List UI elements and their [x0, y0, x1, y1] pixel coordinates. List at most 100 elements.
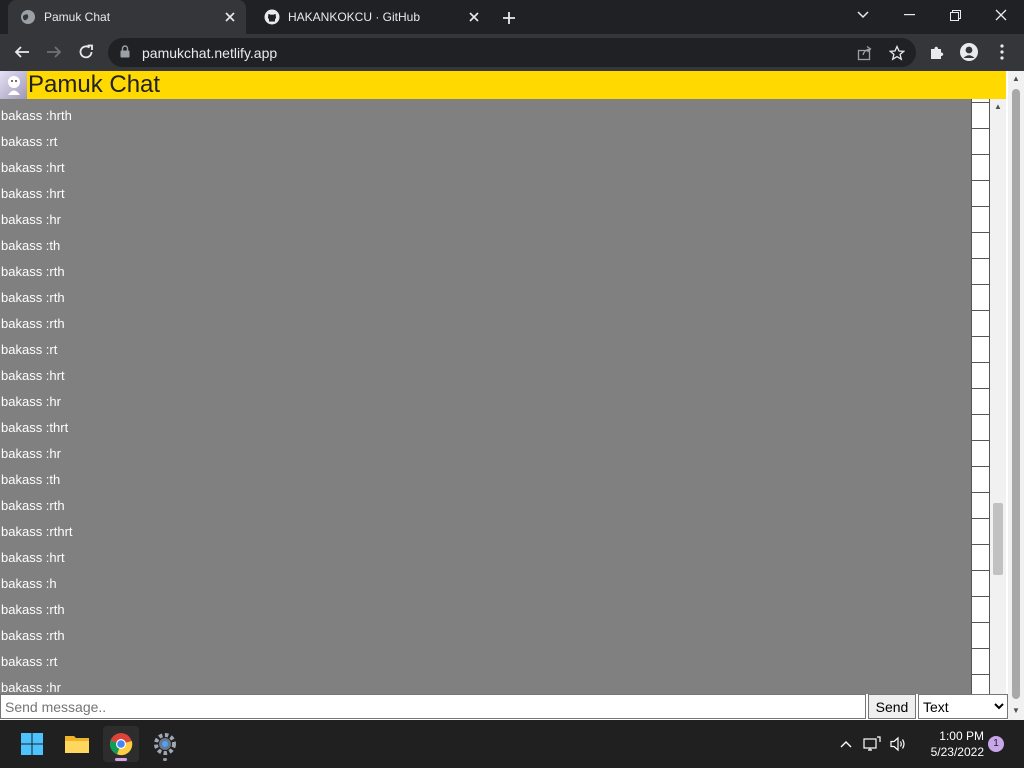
chat-message: bakass :th — [1, 472, 61, 487]
browser-toolbar: pamukchat.netlify.app — [0, 34, 1024, 71]
scroll-down-arrow-icon[interactable]: ▼ — [1012, 707, 1020, 715]
restore-icon[interactable] — [932, 0, 978, 30]
settings-icon[interactable] — [147, 726, 183, 762]
volume-icon[interactable] — [888, 734, 908, 754]
chat-message: bakass :rth — [1, 264, 65, 279]
clock-time: 1:00 PM — [939, 729, 984, 743]
message-row-box — [971, 441, 990, 467]
message-row-box — [971, 519, 990, 545]
chat-message: bakass :hr — [1, 394, 61, 409]
message-scrollbar[interactable]: ▲ — [990, 99, 1006, 694]
back-icon[interactable] — [8, 38, 36, 66]
chat-message: bakass :rth — [1, 602, 65, 617]
tab-pamuk-chat[interactable]: Pamuk Chat — [8, 0, 246, 34]
chat-message: bakass :rth — [1, 628, 65, 643]
message-row-box — [971, 545, 990, 571]
chat-message: bakass :hrt — [1, 160, 65, 175]
network-icon[interactable] — [862, 734, 882, 754]
message-row-box — [971, 103, 990, 129]
chat-message: bakass :hrt — [1, 186, 65, 201]
clock-date: 5/23/2022 — [930, 745, 984, 759]
message-area[interactable]: bakass :hr bakass :hrth bakass :rt bakass :… — [0, 99, 990, 694]
reload-icon[interactable] — [72, 38, 100, 66]
message-row-boxes — [971, 99, 990, 694]
close-tab-icon[interactable] — [464, 7, 484, 27]
globe-icon — [20, 9, 36, 25]
message-row-box — [971, 259, 990, 285]
message-row-box — [971, 389, 990, 415]
message-row-box — [971, 155, 990, 181]
chat-message: bakass :hrth — [1, 108, 72, 123]
chat-message: bakass :rth — [1, 498, 65, 513]
minimize-icon[interactable] — [886, 0, 932, 30]
chat-message: bakass :hr — [1, 446, 61, 461]
message-row-box — [971, 675, 990, 694]
page-scrollbar-thumb[interactable] — [1012, 89, 1020, 699]
message-row-box — [971, 363, 990, 389]
tab-strip: Pamuk Chat HAKANKOKCU · GitHub — [0, 0, 1024, 34]
message-type-select[interactable]: Text — [918, 694, 1008, 719]
message-row-box — [971, 623, 990, 649]
app-logo-avatar — [0, 71, 27, 99]
close-window-icon[interactable] — [978, 0, 1024, 30]
message-row-box — [971, 467, 990, 493]
new-tab-icon[interactable] — [498, 7, 520, 29]
forward-icon[interactable] — [40, 38, 68, 66]
file-explorer-icon[interactable] — [59, 726, 95, 762]
message-row-box — [971, 415, 990, 441]
chat-message: bakass :rt — [1, 342, 58, 357]
tab-github[interactable]: HAKANKOKCU · GitHub — [252, 0, 490, 34]
tab-search-chevron-icon[interactable] — [840, 0, 886, 30]
message-row-box — [971, 597, 990, 623]
message-row-box — [971, 129, 990, 155]
message-row-box — [971, 311, 990, 337]
browser-menu-icon[interactable] — [990, 40, 1014, 64]
message-row-box — [971, 233, 990, 259]
scroll-up-arrow-icon[interactable]: ▲ — [994, 103, 1002, 111]
chat-message: bakass :hr — [1, 212, 61, 227]
running-app-indicator — [163, 758, 167, 761]
chevron-up-icon[interactable] — [836, 734, 856, 754]
chat-message: bakass :hrt — [1, 368, 65, 383]
message-row-box — [971, 181, 990, 207]
chat-message: bakass :rthrt — [1, 524, 73, 539]
windows-start-icon[interactable] — [14, 726, 50, 762]
url-text[interactable]: pamukchat.netlify.app — [142, 45, 277, 61]
chat-message: bakass :th — [1, 238, 61, 253]
notification-badge[interactable]: 1 — [988, 736, 1004, 752]
message-scrollbar-thumb[interactable] — [993, 503, 1003, 575]
profile-avatar-icon[interactable] — [957, 40, 981, 64]
chat-message: bakass :rth — [1, 316, 65, 331]
close-tab-icon[interactable] — [220, 7, 240, 27]
chrome-icon[interactable] — [103, 726, 139, 762]
message-row-box — [971, 493, 990, 519]
message-row-box — [971, 285, 990, 311]
github-icon — [264, 9, 280, 25]
message-input[interactable] — [0, 694, 866, 719]
message-row-box — [971, 207, 990, 233]
message-list: bakass :hr bakass :hrth bakass :rt bakass :… — [0, 99, 971, 694]
chat-message: bakass :thrt — [1, 420, 69, 435]
message-composer: Send Text — [0, 694, 1008, 720]
tab-title: Pamuk Chat — [44, 10, 111, 24]
page-scrollbar[interactable]: ▲ ▼ — [1008, 71, 1024, 720]
tab-title: HAKANKOKCU · GitHub — [288, 10, 421, 24]
bookmark-star-icon[interactable] — [888, 44, 906, 62]
share-icon[interactable] — [856, 44, 874, 62]
scroll-up-arrow-icon[interactable]: ▲ — [1012, 75, 1020, 83]
address-bar[interactable]: pamukchat.netlify.app — [108, 38, 916, 67]
web-page: Pamuk Chat bakass :hrbakass :hrthbakass … — [0, 71, 1024, 720]
active-app-indicator — [115, 758, 127, 761]
chat-message: bakass :rt — [1, 654, 58, 669]
send-button[interactable]: Send — [868, 694, 916, 719]
message-row-box — [971, 337, 990, 363]
chat-header: Pamuk Chat — [0, 71, 1006, 99]
extensions-puzzle-icon[interactable] — [925, 40, 949, 64]
chat-message: bakass :rth — [1, 290, 65, 305]
system-clock[interactable]: 1:00 PM 5/23/2022 — [914, 728, 984, 760]
chat-message: bakass :h — [1, 576, 57, 591]
lock-icon[interactable] — [120, 45, 130, 63]
message-row-box — [971, 649, 990, 675]
message-row-box — [971, 571, 990, 597]
windows-taskbar: 1:00 PM 5/23/2022 1 — [0, 720, 1024, 768]
